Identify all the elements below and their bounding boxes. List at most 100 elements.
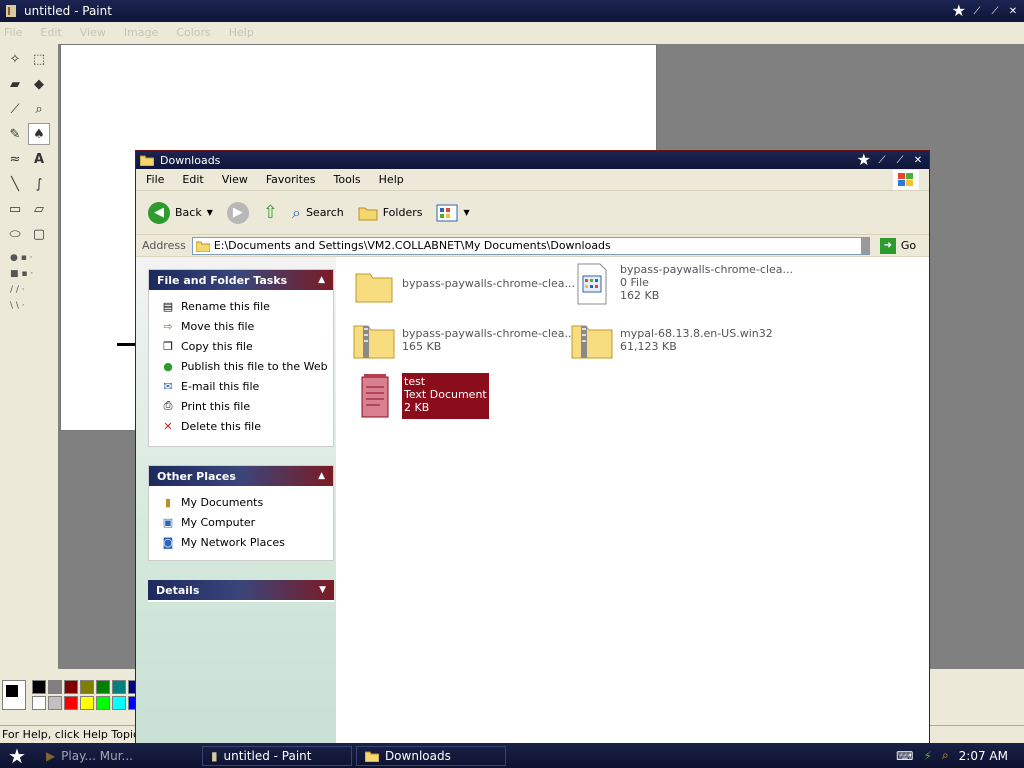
folder-icon <box>195 241 210 252</box>
polygon-icon[interactable]: ▱ <box>28 198 50 220</box>
explorer-titlebar[interactable]: Downloads ★ ⟋ ⟋ ✕ <box>136 151 929 169</box>
line-icon[interactable]: ╲ <box>4 173 26 195</box>
task-print[interactable]: ⎙ Print this file <box>149 396 333 416</box>
curve-icon[interactable]: ∫ <box>28 173 50 195</box>
rect-select-icon[interactable]: ⬚ <box>28 48 50 70</box>
pencil-icon[interactable]: ✎ <box>4 123 26 145</box>
free-select-icon[interactable]: ✧ <box>4 48 26 70</box>
collapse-icon[interactable]: ▲ <box>318 471 325 481</box>
menu-edit[interactable]: Edit <box>182 173 203 186</box>
place-my-computer[interactable]: ▣ My Computer <box>149 512 333 532</box>
start-button[interactable]: ★ <box>8 746 26 766</box>
swatch-teal[interactable] <box>112 680 126 694</box>
network-tray-icon[interactable]: ⚡ <box>924 749 932 763</box>
panel-header[interactable]: Other Places ▲ <box>149 466 333 486</box>
windows-logo-icon <box>893 170 919 190</box>
swatch-maroon[interactable] <box>64 680 78 694</box>
rounded-rect-icon[interactable]: ▢ <box>28 223 50 245</box>
airbrush-icon[interactable]: ≈ <box>4 148 26 170</box>
up-folder-button[interactable]: ⇧ <box>259 200 282 225</box>
place-my-documents[interactable]: ▮ My Documents <box>149 492 333 512</box>
swatch-white[interactable] <box>32 696 46 710</box>
paint-titlebar[interactable]: untitled - Paint ★ ⟋ ⟋ ✕ <box>0 0 1024 22</box>
folder-icon <box>140 153 154 167</box>
swatch-yellow[interactable] <box>80 696 94 710</box>
brush-icon[interactable]: ♠ <box>28 123 50 145</box>
close-icon[interactable]: ✕ <box>911 153 925 167</box>
swatch-cyan[interactable] <box>112 696 126 710</box>
eraser-icon[interactable]: ▰ <box>4 73 26 95</box>
back-label: Back <box>175 206 202 219</box>
task-media-player[interactable]: ▶ Play... Mur... <box>38 746 198 766</box>
panel-header[interactable]: Details ▼ <box>148 580 334 600</box>
go-button[interactable]: ➜ Go <box>876 236 920 256</box>
picker-icon[interactable]: ⟋ <box>4 98 26 120</box>
chevron-down-icon[interactable]: ▼ <box>207 208 213 217</box>
task-paint[interactable]: ▮ untitled - Paint <box>201 745 352 766</box>
globe-icon: ● <box>163 359 173 373</box>
list-item[interactable]: bypass-paywalls-chrome-clea... 0 File 162 … <box>570 261 793 307</box>
forward-button[interactable]: ▶ <box>223 200 253 226</box>
folders-button[interactable]: Folders <box>354 203 427 223</box>
address-input[interactable]: E:\Documents and Settings\VM2.COLLABNET\… <box>191 236 870 255</box>
swatch-gray[interactable] <box>48 680 62 694</box>
menu-tools[interactable]: Tools <box>334 173 361 186</box>
rectangle-icon[interactable]: ▭ <box>4 198 26 220</box>
magnifier-icon[interactable]: ⌕ <box>28 98 50 120</box>
swatch-black[interactable] <box>32 680 46 694</box>
paint-menu-help[interactable]: Help <box>229 26 254 39</box>
swatch-lime[interactable] <box>96 696 110 710</box>
star-icon: ★ <box>856 150 871 169</box>
ellipse-icon[interactable]: ⬭ <box>4 223 26 245</box>
paint-menu-file[interactable]: File <box>4 26 22 39</box>
maximize-icon[interactable]: ⟋ <box>893 153 907 167</box>
list-item[interactable]: mypal-68.13.8.en-US.win32 61,123 KB <box>570 317 773 363</box>
task-copy[interactable]: ❐ Copy this file <box>149 336 333 356</box>
task-move[interactable]: ⇨ Move this file <box>149 316 333 336</box>
swatch-silver[interactable] <box>48 696 62 710</box>
minimize-icon[interactable]: ⟋ <box>875 153 889 167</box>
paint-menu-colors[interactable]: Colors <box>176 26 210 39</box>
swatch-red[interactable] <box>64 696 78 710</box>
search-tray-icon[interactable]: ⌕ <box>942 748 949 763</box>
paint-menu-image[interactable]: Image <box>124 26 158 39</box>
list-item[interactable]: bypass-paywalls-chrome-clea... 165 KB <box>352 317 575 363</box>
search-button[interactable]: ⌕ Search <box>288 201 348 225</box>
panel-header[interactable]: File and Folder Tasks ▲ <box>149 270 333 290</box>
task-downloads[interactable]: Downloads <box>355 745 506 766</box>
list-item-selected[interactable]: test Text Document 2 KB <box>352 373 489 419</box>
views-button[interactable]: ▼ <box>432 202 473 224</box>
keyboard-icon[interactable]: ⌨ <box>896 749 913 763</box>
swatch-green[interactable] <box>96 680 110 694</box>
collapse-icon[interactable]: ▲ <box>318 275 325 285</box>
menu-view[interactable]: View <box>222 173 248 186</box>
move-icon: ⇨ <box>163 319 173 333</box>
address-dropdown[interactable] <box>860 237 869 254</box>
expand-icon[interactable]: ▼ <box>319 585 326 595</box>
swatch-olive[interactable] <box>80 680 94 694</box>
task-email[interactable]: ✉ E-mail this file <box>149 376 333 396</box>
paint-menu-edit[interactable]: Edit <box>40 26 61 39</box>
tool-options[interactable]: ● ▪ · ■ ▪ · / / · \ \ · <box>4 250 48 314</box>
list-item[interactable]: bypass-paywalls-chrome-clea... <box>352 263 575 309</box>
folders-icon <box>358 207 378 220</box>
task-rename[interactable]: ▤ Rename this file <box>149 296 333 316</box>
fill-icon[interactable]: ◆ <box>28 73 50 95</box>
menu-favorites[interactable]: Favorites <box>266 173 316 186</box>
place-network[interactable]: ◙ My Network Places <box>149 532 333 552</box>
paint-menu-view[interactable]: View <box>80 26 106 39</box>
file-size: 165 KB <box>402 340 442 353</box>
task-delete[interactable]: ✕ Delete this file <box>149 416 333 436</box>
menu-help[interactable]: Help <box>379 173 404 186</box>
back-button[interactable]: ◀ Back ▼ <box>144 200 217 226</box>
close-icon[interactable]: ✕ <box>1006 4 1020 18</box>
delete-icon: ✕ <box>163 419 173 433</box>
maximize-icon[interactable]: ⟋ <box>988 4 1002 18</box>
menu-file[interactable]: File <box>146 173 164 186</box>
text-tool-icon[interactable]: A <box>28 148 50 170</box>
rename-icon: ▤ <box>162 299 174 313</box>
minimize-icon[interactable]: ⟋ <box>970 4 984 18</box>
current-colors[interactable] <box>2 680 26 710</box>
search-icon: ⌕ <box>291 202 301 222</box>
task-publish[interactable]: ● Publish this file to the Web <box>149 356 333 376</box>
